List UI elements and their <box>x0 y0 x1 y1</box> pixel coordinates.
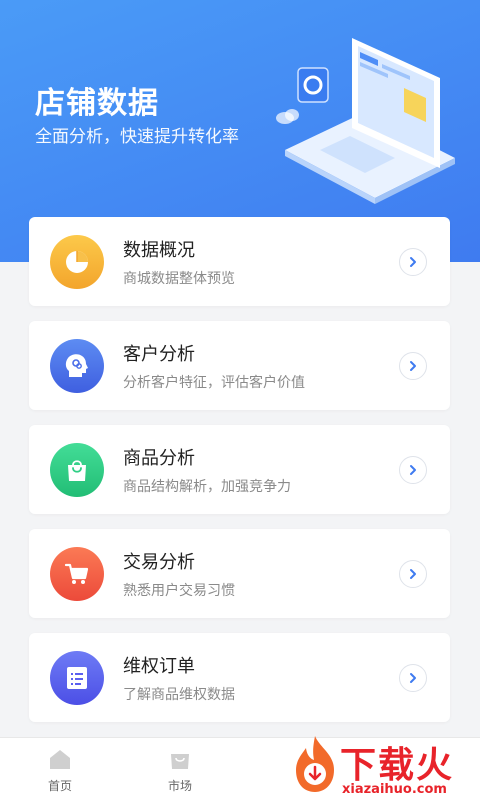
card-description: 商品结构解析，加强竞争力 <box>123 479 291 495</box>
document-icon <box>50 651 104 705</box>
card-description: 了解商品维权数据 <box>123 687 235 703</box>
flame-logo-icon <box>296 736 334 792</box>
card-title: 客户分析 <box>123 344 195 365</box>
card-title: 交易分析 <box>123 552 195 573</box>
page-title: 店铺数据 <box>35 86 159 121</box>
card-title: 维权订单 <box>123 656 195 677</box>
card-customer-analysis[interactable]: 客户分析 分析客户特征，评估客户价值 <box>29 321 450 410</box>
chevron-right-icon[interactable] <box>399 560 427 588</box>
card-data-overview[interactable]: 数据概况 商城数据整体预览 <box>29 217 450 306</box>
card-rights-orders[interactable]: 维权订单 了解商品维权数据 <box>29 633 450 722</box>
watermark: 下载火 xiazaihuo.com <box>284 728 480 800</box>
chevron-right-icon[interactable] <box>399 248 427 276</box>
tab-label: 首页 <box>47 779 72 793</box>
card-product-analysis[interactable]: 商品分析 商品结构解析，加强竞争力 <box>29 425 450 514</box>
chevron-right-icon[interactable] <box>399 456 427 484</box>
home-icon <box>50 750 70 769</box>
watermark-url: xiazaihuo.com <box>342 782 447 797</box>
card-transaction-analysis[interactable]: 交易分析 熟悉用户交易习惯 <box>29 529 450 618</box>
chevron-right-icon[interactable] <box>399 664 427 692</box>
card-description: 商城数据整体预览 <box>123 271 235 287</box>
watermark-text: 下载火 <box>340 745 455 786</box>
tab-label: 市场 <box>167 779 192 793</box>
bag-icon <box>171 754 189 769</box>
laptop-illustration <box>276 38 455 204</box>
card-title: 商品分析 <box>123 448 195 469</box>
pie-chart-icon <box>50 235 104 289</box>
shopping-cart-icon <box>50 547 104 601</box>
page-subtitle: 全面分析，快速提升转化率 <box>35 127 239 147</box>
card-title: 数据概况 <box>123 240 195 261</box>
tab-home[interactable]: 首页 <box>0 738 120 800</box>
chevron-right-icon[interactable] <box>399 352 427 380</box>
card-description: 分析客户特征，评估客户价值 <box>123 375 305 391</box>
card-description: 熟悉用户交易习惯 <box>123 583 235 599</box>
shopping-bag-icon <box>50 443 104 497</box>
head-profile-icon <box>50 339 104 393</box>
tab-market[interactable]: 市场 <box>120 738 240 800</box>
